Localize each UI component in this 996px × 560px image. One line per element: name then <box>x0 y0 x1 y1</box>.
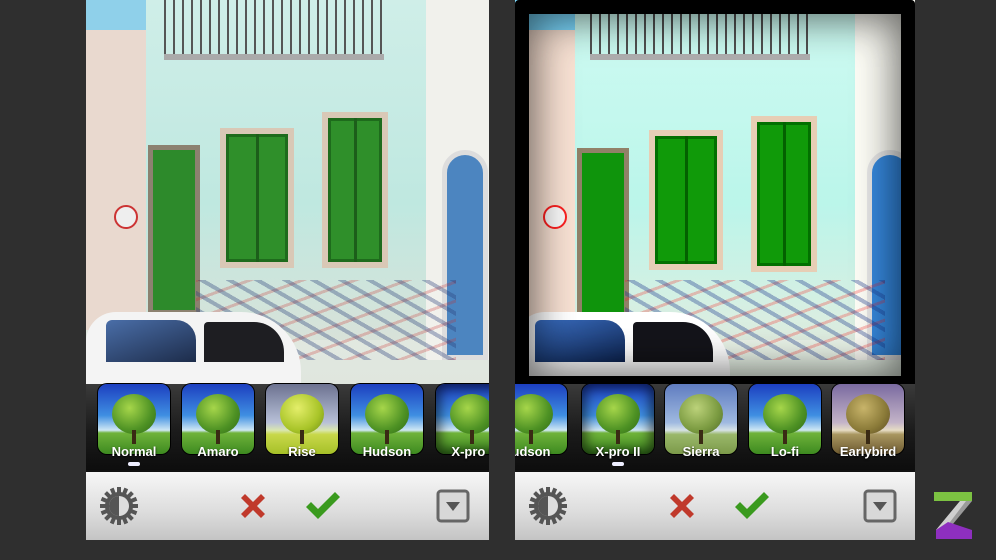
cancel-x-icon <box>241 494 265 518</box>
tree-icon <box>196 394 240 434</box>
filter-normal[interactable]: Normal <box>98 384 170 470</box>
photo-preview <box>86 0 489 390</box>
confirm-check-icon <box>735 492 769 519</box>
tree-icon <box>450 394 489 434</box>
dropdown-button[interactable] <box>432 486 474 526</box>
filter-label: Hudson <box>362 444 412 459</box>
filter-label: Normal <box>111 444 157 459</box>
dropdown-icon <box>863 489 897 523</box>
tree-icon <box>596 394 640 434</box>
filter-rise[interactable]: Rise <box>266 384 338 470</box>
confirm-check-icon <box>306 492 340 519</box>
filter-label: Sierra <box>682 444 720 459</box>
toolbar <box>86 472 489 540</box>
brightness-button[interactable] <box>527 486 569 526</box>
filter-earlybird[interactable]: Earlybird <box>832 384 904 470</box>
brightness-gear-icon <box>100 487 138 525</box>
photo-preview-filtered <box>515 0 915 390</box>
filter-label: udson <box>515 444 551 459</box>
tree-icon <box>515 394 553 434</box>
filter-strip[interactable]: Normal Amaro Rise Hudson X-pro I <box>86 384 489 470</box>
filter-sierra[interactable]: Sierra <box>665 384 737 470</box>
right-phone-screen: udson X-pro II Sierra Lo-fi Earlybird <box>515 0 915 540</box>
selected-indicator <box>128 462 140 466</box>
filter-label: X-pro I <box>451 444 489 459</box>
toolbar <box>515 472 915 540</box>
cancel-button[interactable] <box>661 486 703 526</box>
filter-label: Rise <box>288 444 316 459</box>
filter-hudson[interactable]: Hudson <box>351 384 423 470</box>
selected-indicator <box>612 462 624 466</box>
tree-icon <box>280 394 324 434</box>
confirm-button[interactable] <box>731 486 773 526</box>
balcony <box>164 0 384 60</box>
tree-icon <box>365 394 409 434</box>
confirm-button[interactable] <box>302 486 344 526</box>
filter-x-pro-i[interactable]: X-pro I <box>436 384 489 470</box>
tree-icon <box>112 394 156 434</box>
dropdown-button[interactable] <box>859 486 901 526</box>
brightness-gear-icon <box>529 487 567 525</box>
dropdown-icon <box>436 489 470 523</box>
brightness-button[interactable] <box>98 486 140 526</box>
tree-icon <box>763 394 807 434</box>
left-phone-screen: Normal Amaro Rise Hudson X-pro I <box>86 0 489 540</box>
filter-label: Amaro <box>197 444 239 459</box>
filter-strip[interactable]: udson X-pro II Sierra Lo-fi Earlybird <box>515 384 915 470</box>
filter-udson[interactable]: udson <box>515 384 567 470</box>
white-car <box>86 312 301 390</box>
cancel-x-icon <box>670 494 694 518</box>
cancel-button[interactable] <box>232 486 274 526</box>
z-logo-icon <box>934 492 972 539</box>
filter-label: Lo-fi <box>770 444 800 459</box>
filter-amaro[interactable]: Amaro <box>182 384 254 470</box>
tree-icon <box>679 394 723 434</box>
filter-lo-fi[interactable]: Lo-fi <box>749 384 821 470</box>
filter-x-pro-ii[interactable]: X-pro II <box>582 384 654 470</box>
filter-label: X-pro II <box>595 444 641 459</box>
satellite-dish <box>114 205 138 229</box>
tree-icon <box>846 394 890 434</box>
filter-label: Earlybird <box>839 444 897 459</box>
